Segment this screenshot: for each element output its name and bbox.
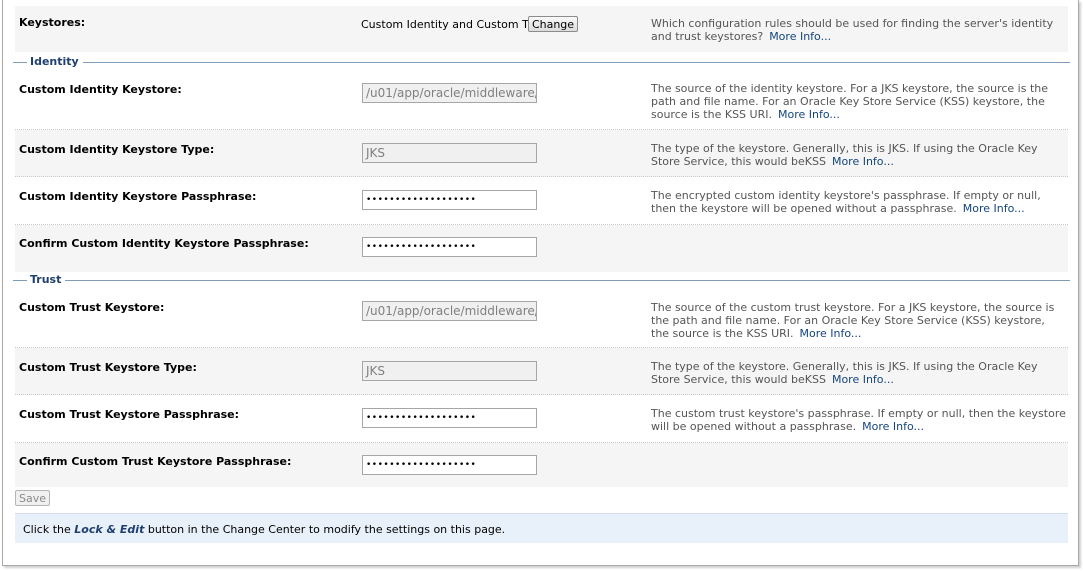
identity-keystore-help: The source of the identity keystore. For… — [651, 82, 1066, 121]
identity-keystore-type-field[interactable]: JKS — [362, 143, 537, 163]
trust-keystore-help: The source of the custom trust keystore.… — [651, 301, 1066, 340]
trust-passphrase-field[interactable]: ••••••••••••••••••• — [362, 408, 537, 428]
trust-keystore-type-label: Custom Trust Keystore Type: — [19, 361, 197, 374]
identity-keystore-more-info-link[interactable]: More Info... — [778, 108, 840, 121]
trust-section-header: Trust — [13, 273, 1070, 287]
trust-confirm-passphrase-label: Confirm Custom Trust Keystore Passphrase… — [19, 455, 292, 468]
identity-keystore-type-row: Custom Identity Keystore Type: JKS The t… — [15, 130, 1068, 177]
keystores-more-info-link[interactable]: More Info... — [769, 30, 831, 43]
trust-confirm-passphrase-row: Confirm Custom Trust Keystore Passphrase… — [15, 443, 1068, 487]
identity-section-title: Identity — [27, 55, 83, 69]
lock-edit-notice: Click the Lock & Edit button in the Chan… — [15, 513, 1068, 543]
keystores-label: Keystores: — [19, 16, 86, 29]
trust-keystore-field[interactable]: /u01/app/oracle/middleware/u — [362, 301, 537, 321]
notice-prefix: Click the — [23, 523, 75, 536]
notice-suffix: button in the Change Center to modify th… — [144, 523, 506, 536]
identity-keystore-type-more-info-link[interactable]: More Info... — [832, 155, 894, 168]
trust-confirm-passphrase-field[interactable]: ••••••••••••••••••• — [362, 455, 537, 475]
trust-passphrase-row: Custom Trust Keystore Passphrase: ••••••… — [15, 395, 1068, 443]
trust-keystore-type-more-info-link[interactable]: More Info... — [832, 373, 894, 386]
keystores-help-text: Which configuration rules should be used… — [651, 17, 1054, 43]
identity-keystore-type-label: Custom Identity Keystore Type: — [19, 143, 215, 156]
identity-keystore-help-text: The source of the identity keystore. For… — [651, 82, 1049, 121]
trust-passphrase-label: Custom Trust Keystore Passphrase: — [19, 408, 240, 421]
identity-confirm-passphrase-field[interactable]: ••••••••••••••••••• — [362, 237, 537, 257]
identity-passphrase-more-info-link[interactable]: More Info... — [963, 202, 1025, 215]
keystores-help: Which configuration rules should be used… — [651, 17, 1066, 43]
save-button[interactable]: Save — [15, 490, 50, 506]
trust-keystore-type-help: The type of the keystore. Generally, thi… — [651, 360, 1066, 386]
identity-confirm-passphrase-row: Confirm Custom Identity Keystore Passphr… — [15, 225, 1068, 272]
trust-passphrase-more-info-link[interactable]: More Info... — [862, 420, 924, 433]
identity-keystore-label: Custom Identity Keystore: — [19, 83, 182, 96]
identity-keystore-field[interactable]: /u01/app/oracle/middleware/u — [362, 83, 537, 103]
identity-passphrase-field[interactable]: ••••••••••••••••••• — [362, 190, 537, 210]
section-rule — [13, 62, 1070, 63]
keystores-row: Keystores: Custom Identity and Custom Tr… — [15, 6, 1068, 52]
trust-section-title: Trust — [27, 273, 66, 287]
section-rule — [13, 280, 1070, 281]
trust-keystore-label: Custom Trust Keystore: — [19, 301, 165, 314]
trust-keystore-type-field[interactable]: JKS — [362, 361, 537, 381]
notice-lock-edit-emphasis: Lock & Edit — [74, 523, 145, 536]
keystores-value: Custom Identity and Custom Trust — [361, 18, 549, 31]
change-keystores-button[interactable]: Change — [528, 16, 578, 32]
identity-section-header: Identity — [13, 55, 1070, 69]
identity-passphrase-row: Custom Identity Keystore Passphrase: •••… — [15, 177, 1068, 225]
trust-keystore-row: Custom Trust Keystore: /u01/app/oracle/m… — [15, 288, 1068, 348]
identity-keystore-type-help: The type of the keystore. Generally, thi… — [651, 142, 1066, 168]
trust-keystore-type-row: Custom Trust Keystore Type: JKS The type… — [15, 348, 1068, 395]
identity-confirm-passphrase-label: Confirm Custom Identity Keystore Passphr… — [19, 237, 309, 250]
trust-keystore-more-info-link[interactable]: More Info... — [800, 327, 862, 340]
identity-keystore-row: Custom Identity Keystore: /u01/app/oracl… — [15, 70, 1068, 130]
trust-passphrase-help-text: The custom trust keystore's passphrase. … — [651, 407, 1066, 433]
trust-passphrase-help: The custom trust keystore's passphrase. … — [651, 407, 1066, 433]
identity-passphrase-help: The encrypted custom identity keystore's… — [651, 189, 1066, 215]
settings-panel: Keystores: Custom Identity and Custom Tr… — [2, 0, 1079, 566]
identity-passphrase-label: Custom Identity Keystore Passphrase: — [19, 190, 257, 203]
